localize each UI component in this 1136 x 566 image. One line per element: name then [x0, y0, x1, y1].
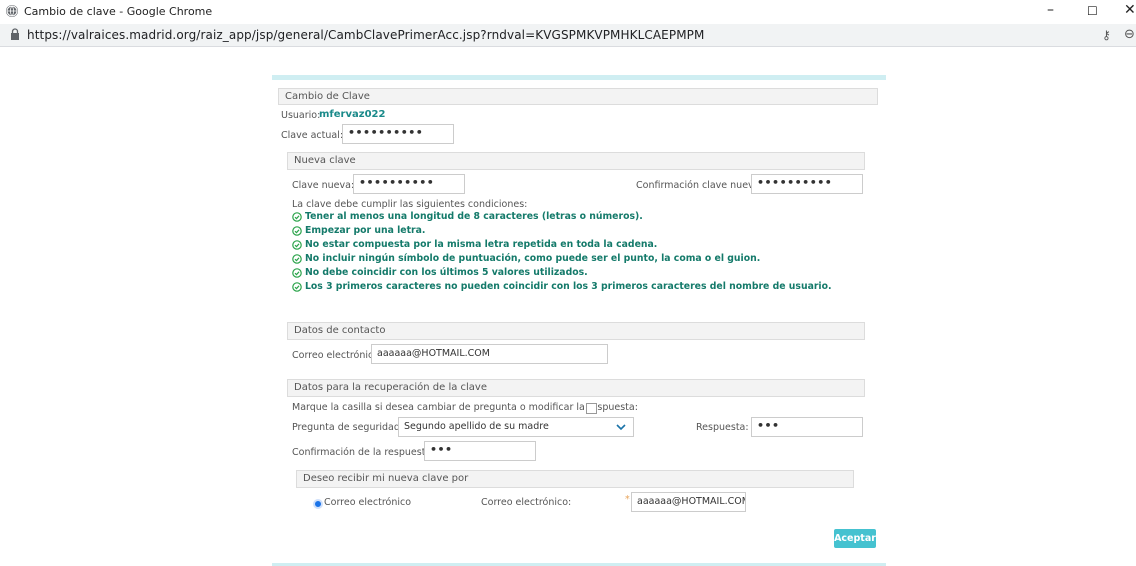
check-circle-icon: [292, 267, 302, 278]
maximize-button[interactable]: ☐: [1087, 4, 1098, 18]
section-header-contacto: Datos de contacto: [287, 322, 865, 340]
pregunta-selected-value: Segundo apellido de su madre: [404, 421, 549, 432]
globe-icon: [6, 5, 18, 17]
respuesta-label: Respuesta:*: [696, 422, 757, 433]
confirmacion-clave-input[interactable]: ••••••••••: [751, 174, 863, 194]
conditions-intro: La clave debe cumplir las siguientes con…: [292, 199, 528, 210]
condition-item: Empezar por una letra.: [292, 225, 425, 236]
window-title: Cambio de clave - Google Chrome: [24, 5, 213, 18]
deseo-correo-label: Correo electrónico:: [481, 497, 572, 508]
cambiar-pregunta-checkbox[interactable]: [586, 403, 597, 414]
minimize-button[interactable]: –: [1047, 2, 1054, 18]
blocked-icon[interactable]: ⊖: [1124, 27, 1135, 42]
respuesta-input[interactable]: •••: [751, 417, 863, 437]
confirmacion-clave-label: Confirmación clave nueva:*: [636, 180, 769, 191]
clave-nueva-label: Clave nueva:*: [292, 180, 361, 191]
address-bar[interactable]: https://valraices.madrid.org/raiz_app/js…: [0, 24, 1136, 47]
section-header-nueva-clave: Nueva clave: [287, 152, 865, 170]
clave-actual-label: Clave actual:*: [281, 130, 350, 141]
pregunta-label: Pregunta de seguridad:*: [292, 422, 413, 433]
correo-radio-label[interactable]: Correo electrónico: [324, 497, 411, 508]
check-circle-icon: [292, 281, 302, 292]
section-header-deseo: Deseo recibir mi nueva clave por: [296, 470, 854, 488]
check-circle-icon: [292, 225, 302, 236]
condition-item: Tener al menos una longitud de 8 caracte…: [292, 211, 643, 222]
correo-radio[interactable]: [313, 499, 323, 509]
check-circle-icon: [292, 239, 302, 250]
clave-actual-input[interactable]: ••••••••••: [342, 124, 454, 144]
usuario-label: Usuario:: [281, 110, 321, 121]
condition-item: No incluir ningún símbolo de puntuación,…: [292, 253, 760, 264]
confirmacion-respuesta-label: Confirmación de la respuesta:*: [292, 447, 443, 458]
section-header-cambio-clave: Cambio de Clave: [278, 88, 878, 105]
chevron-down-icon: [616, 424, 626, 431]
correo-contacto-label: Correo electrónico:: [292, 350, 383, 361]
check-circle-icon: [292, 253, 302, 264]
check-circle-icon: [292, 211, 302, 222]
lock-icon: [11, 28, 19, 40]
condition-item: No debe coincidir con los últimos 5 valo…: [292, 267, 588, 278]
condition-item: No estar compuesta por la misma letra re…: [292, 239, 657, 250]
deseo-correo-input[interactable]: aaaaaa@HOTMAIL.COM: [631, 492, 746, 512]
key-icon[interactable]: ⚷: [1102, 28, 1111, 42]
close-button[interactable]: ✕: [1124, 2, 1136, 18]
pregunta-select[interactable]: Segundo apellido de su madre: [398, 417, 634, 437]
correo-contacto-input[interactable]: aaaaaa@HOTMAIL.COM: [371, 344, 608, 364]
browser-titlebar: Cambio de clave - Google Chrome – ☐ ✕: [0, 0, 1136, 24]
deseo-required-mark: *: [625, 494, 630, 505]
url-text[interactable]: https://valraices.madrid.org/raiz_app/js…: [27, 28, 704, 42]
clave-nueva-input[interactable]: ••••••••••: [353, 174, 465, 194]
confirmacion-respuesta-input[interactable]: •••: [424, 441, 536, 461]
top-accent-bar: [272, 75, 886, 80]
section-header-recuperacion: Datos para la recuperación de la clave: [287, 379, 865, 397]
aceptar-button[interactable]: Aceptar: [834, 529, 876, 548]
usuario-value: mfervaz022: [319, 109, 386, 120]
condition-item: Los 3 primeros caracteres no pueden coin…: [292, 281, 832, 292]
